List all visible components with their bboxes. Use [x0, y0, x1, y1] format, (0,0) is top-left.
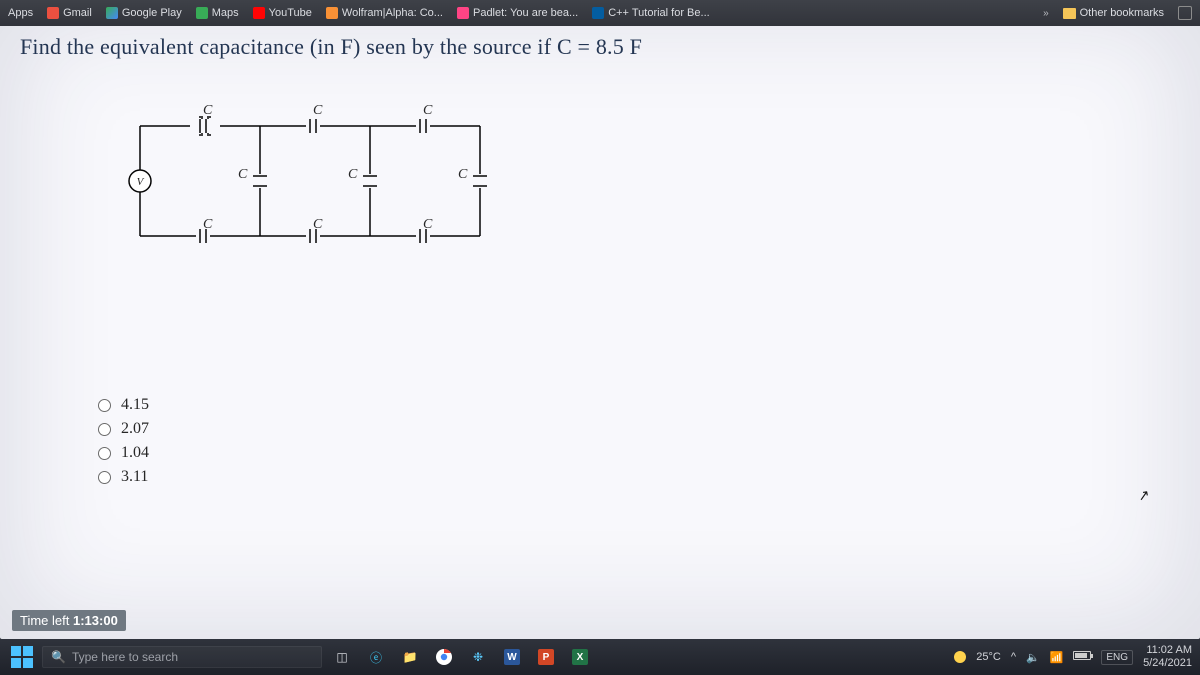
word-icon[interactable]: W: [498, 643, 526, 671]
bookmark-padlet[interactable]: Padlet: You are bea...: [457, 7, 578, 19]
radio-icon[interactable]: [98, 447, 111, 460]
bookmark-wolfram[interactable]: Wolfram|Alpha: Co...: [326, 7, 443, 19]
svg-text:C: C: [423, 103, 433, 118]
question-text: Find the equivalent capacitance (in F) s…: [10, 34, 1190, 60]
svg-text:C: C: [313, 103, 323, 118]
bookmark-cpp[interactable]: C++ Tutorial for Be...: [592, 7, 710, 19]
bookmarks-bar: Apps Gmail Google Play Maps YouTube Wolf…: [0, 0, 1200, 26]
search-placeholder: Type here to search: [72, 650, 178, 664]
radio-icon[interactable]: [98, 471, 111, 484]
bookmark-google-play[interactable]: Google Play: [106, 7, 182, 19]
bookmark-youtube[interactable]: YouTube: [253, 7, 312, 19]
bookmark-gmail[interactable]: Gmail: [47, 7, 92, 19]
chrome-icon[interactable]: [430, 643, 458, 671]
option-b[interactable]: 2.07: [98, 420, 1190, 438]
svg-text:C: C: [348, 167, 358, 182]
answer-options: 4.15 2.07 1.04 3.11: [98, 396, 1190, 486]
bookmarks-overflow[interactable]: »: [1043, 8, 1049, 19]
option-d[interactable]: 3.11: [98, 468, 1190, 486]
tray-wifi-icon[interactable]: 📶: [1050, 651, 1064, 664]
powerpoint-icon[interactable]: P: [532, 643, 560, 671]
reading-list-icon[interactable]: [1178, 6, 1192, 20]
tray-battery-icon[interactable]: [1073, 651, 1091, 663]
excel-icon[interactable]: X: [566, 643, 594, 671]
tray-clock[interactable]: 11:02 AM 5/24/2021: [1143, 644, 1192, 669]
task-view-icon[interactable]: ◫: [328, 643, 356, 671]
other-bookmarks[interactable]: Other bookmarks: [1063, 7, 1164, 19]
windows-taskbar: 🔍 Type here to search ◫ ⓔ 📁 ❉ W P X 25°C…: [0, 639, 1200, 675]
edge-icon[interactable]: ⓔ: [362, 643, 390, 671]
svg-text:C: C: [238, 167, 248, 182]
time-left-badge: Time left 1:13:00: [12, 610, 126, 631]
tray-sound-icon[interactable]: 🔈: [1026, 651, 1040, 664]
start-button[interactable]: [8, 643, 36, 671]
radio-icon[interactable]: [98, 399, 111, 412]
svg-text:C: C: [203, 217, 213, 232]
tray-language[interactable]: ENG: [1101, 650, 1133, 665]
bookmark-apps[interactable]: Apps: [8, 7, 33, 19]
svg-text:C: C: [458, 167, 468, 182]
taskbar-search[interactable]: 🔍 Type here to search: [42, 646, 322, 668]
option-c[interactable]: 1.04: [98, 444, 1190, 462]
windows-icon: [11, 646, 33, 668]
svg-text:C: C: [313, 217, 323, 232]
file-explorer-icon[interactable]: 📁: [396, 643, 424, 671]
svg-text:C: C: [423, 217, 433, 232]
tray-chevron-icon[interactable]: ^: [1011, 651, 1016, 663]
option-a[interactable]: 4.15: [98, 396, 1190, 414]
vscode-icon[interactable]: ❉: [464, 643, 492, 671]
bookmark-maps[interactable]: Maps: [196, 7, 239, 19]
svg-text:C: C: [203, 103, 213, 118]
radio-icon[interactable]: [98, 423, 111, 436]
weather-temp[interactable]: 25°C: [976, 651, 1001, 663]
circuit-diagram: V C C C C C C C C C: [110, 86, 500, 276]
search-icon: 🔍: [51, 650, 66, 664]
weather-icon: [954, 651, 966, 663]
folder-icon: [1063, 8, 1076, 19]
